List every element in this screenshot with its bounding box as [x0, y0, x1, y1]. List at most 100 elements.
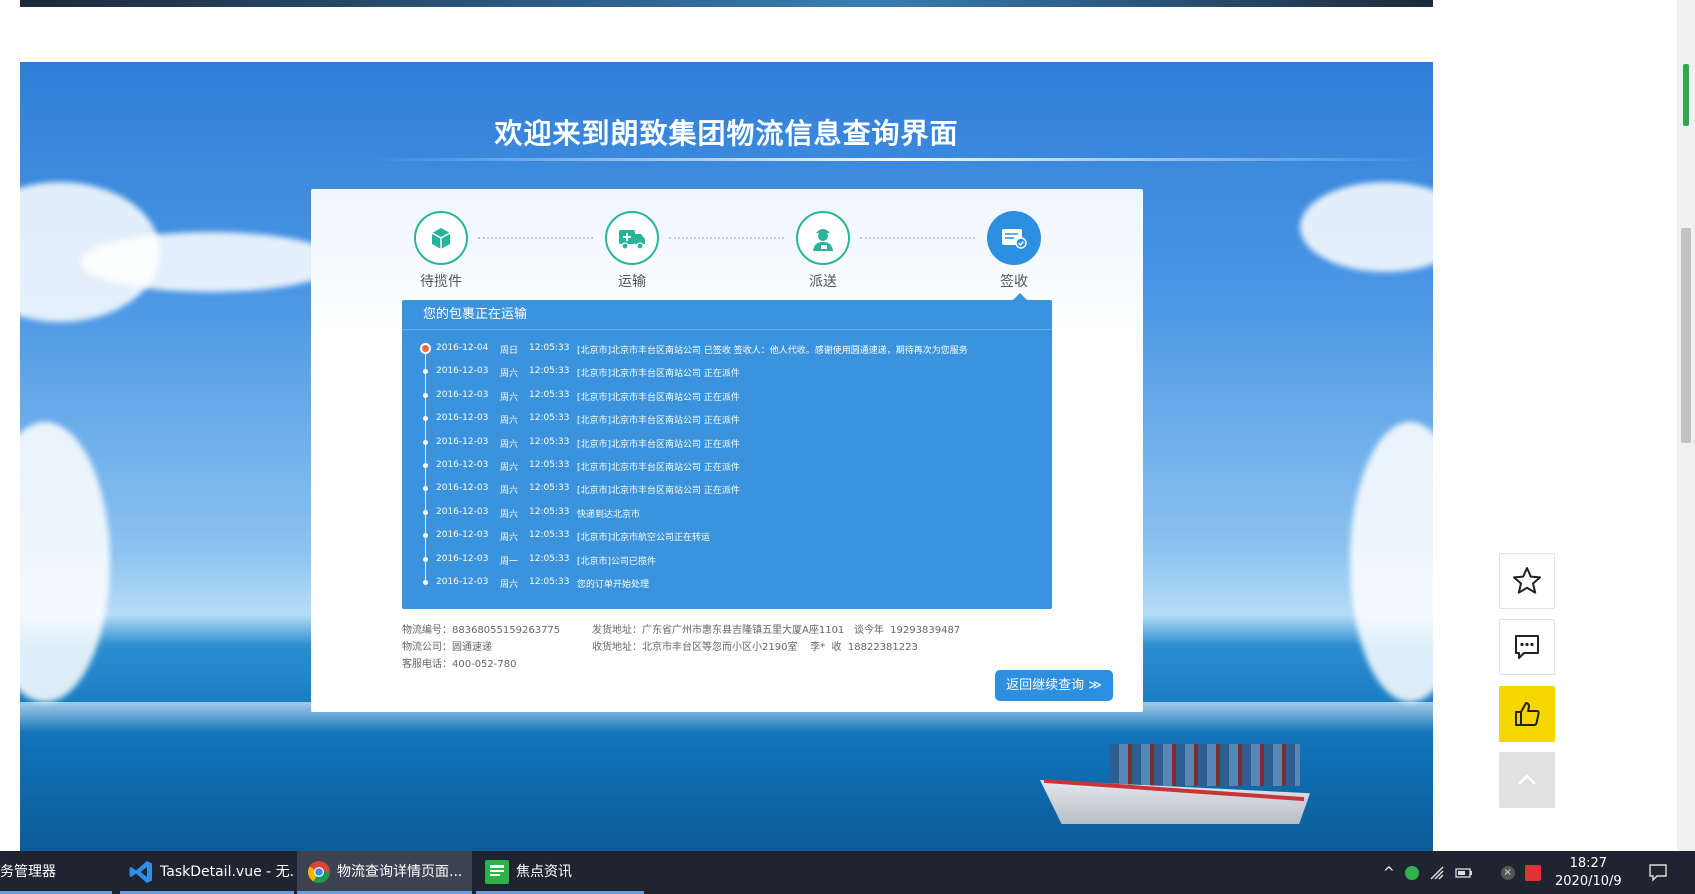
step-label: 派送: [809, 274, 837, 290]
cloud: [80, 232, 340, 292]
sender-address: 发货地址：广东省广州市惠东县吉隆镇五里大厦A座1101 谈今年 19293839…: [592, 625, 961, 636]
horizon-streak: [370, 158, 1430, 161]
timeline-row: 2016-12-04 周日 12:05:33 [北京市]北京市丰台区南站公司 已签收 …: [402, 340, 1052, 363]
previous-banner-strip: [20, 0, 1433, 7]
event-date: 2016-12-03: [436, 436, 489, 447]
timeline-dot: [423, 392, 428, 398]
app-tray-icon[interactable]: [1524, 864, 1541, 881]
step-connector: [478, 237, 593, 239]
event-date: 2016-12-03: [436, 366, 489, 377]
tracking-timeline: 2016-12-04 周日 12:05:33 [北京市]北京市丰台区南站公司 已签收 …: [402, 340, 1052, 597]
timeline-row: 2016-12-03 周六 12:05:33 [北京市]北京市丰台区南站公司 正在派件: [402, 457, 1052, 480]
event-time: 12:05:33: [529, 343, 570, 353]
event-time: 12:05:33: [529, 436, 570, 447]
taskbar-item-task-manager[interactable]: 务管理器: [0, 851, 112, 894]
panel-header: 您的包裹正在运输: [402, 300, 1052, 330]
timeline-row: 2016-12-03 周六 12:05:33 [北京市]北京市航空公司正在转运: [402, 527, 1052, 550]
event-date: 2016-12-03: [436, 389, 489, 400]
cloud: [1300, 182, 1433, 272]
event-text: [北京市]北京市丰台区南站公司 正在派件: [577, 416, 740, 427]
tracking-card: 待揽件 运输 派送 签收 您的包裹正在运输 2016-12-04 周日 12:0…: [311, 189, 1143, 712]
receiver-address: 收货地址：北京市丰台区等忽而小区小2190室 李* 收 18822381223: [592, 642, 918, 653]
battery-icon[interactable]: [1455, 867, 1473, 879]
event-time: 12:05:33: [529, 389, 570, 400]
box-icon: [414, 211, 468, 265]
scroll-thumb[interactable]: [1681, 228, 1691, 443]
taskbar-item-label: 焦点资讯: [516, 864, 572, 880]
like-button[interactable]: [1499, 686, 1555, 742]
event-text: [北京市]北京市丰台区南站公司 正在派件: [577, 439, 740, 450]
event-time: 12:05:33: [529, 413, 570, 424]
timeline-row: 2016-12-03 周六 12:05:33 快递到达北京市: [402, 504, 1052, 527]
step-label: 待揽件: [420, 274, 462, 290]
timeline-row: 2016-12-03 周六 12:05:33 [北京市]北京市丰台区南站公司 正在派件: [402, 434, 1052, 457]
timeline-dot: [423, 416, 428, 422]
taskbar-clock[interactable]: 18:27 2020/10/9: [1555, 855, 1622, 891]
event-date: 2016-12-03: [436, 413, 489, 424]
page-scrollbar[interactable]: [1677, 0, 1695, 851]
taskbar-item-vscode[interactable]: TaskDetail.vue - 无...: [120, 851, 294, 894]
event-text: [北京市]北京市丰台区南站公司 正在派件: [577, 392, 740, 403]
vscode-icon: [129, 861, 152, 883]
event-date: 2016-12-03: [436, 553, 489, 564]
favorite-button[interactable]: [1499, 553, 1555, 609]
event-date: 2016-12-03: [436, 459, 489, 470]
timeline-row: 2016-12-03 周六 12:05:33 [北京市]北京市丰台区南站公司 正在派件: [402, 363, 1052, 386]
event-date: 2016-12-03: [436, 483, 489, 494]
event-text: [北京市]北京市丰台区南站公司 正在派件: [577, 486, 740, 497]
event-weekday: 周六: [500, 439, 519, 450]
step-pending-pickup: 待揽件: [401, 211, 481, 291]
logistics-banner: 欢迎来到朗致集团物流信息查询界面 待揽件 运输 派送 签收 您的包裹正在运输 2…: [20, 62, 1433, 851]
step-signed: 签收: [974, 211, 1054, 291]
event-weekday: 周六: [500, 392, 519, 403]
close-circle-icon[interactable]: ×: [1500, 865, 1515, 880]
event-text: [北京市]北京市丰台区南站公司 已签收 签收人：他人代收。感谢使用圆通速递，期待…: [577, 346, 968, 356]
signed-receipt-icon: [987, 211, 1041, 265]
timeline-dot: [423, 486, 428, 492]
step-transport: 运输: [592, 211, 672, 291]
taskbar-item-label: TaskDetail.vue - 无...: [160, 864, 294, 880]
address-info: 发货地址：广东省广州市惠东县吉隆镇五里大厦A座1101 谈今年 19293839…: [592, 622, 960, 656]
event-weekday: 周一: [500, 556, 519, 567]
taskbar-item-chrome[interactable]: 物流查询详情页面...: [297, 851, 472, 894]
network-status-icon[interactable]: [1404, 865, 1419, 880]
step-label: 运输: [618, 274, 646, 290]
chevron-up-icon[interactable]: ^: [1383, 865, 1395, 881]
page-title: 欢迎来到朗致集团物流信息查询界面: [494, 117, 959, 150]
event-text: 快递到达北京市: [577, 509, 641, 520]
cargo-ship-illustration: [1030, 722, 1320, 824]
notification-icon[interactable]: [1648, 862, 1668, 886]
taskbar-item-label: 务管理器: [0, 864, 56, 880]
event-weekday: 周六: [500, 416, 519, 427]
taskbar-item-label: 物流查询详情页面...: [337, 864, 463, 880]
event-weekday: 周六: [500, 579, 519, 590]
clock-time: 18:27: [1569, 856, 1608, 871]
back-to-top-button[interactable]: [1499, 752, 1555, 808]
timeline-dot: [423, 579, 428, 585]
event-text: [北京市]北京市丰台区南站公司 正在派件: [577, 369, 740, 380]
event-date: 2016-12-03: [436, 576, 489, 587]
event-weekday: 周六: [500, 509, 519, 520]
taskbar-item-news[interactable]: 焦点资讯: [476, 851, 644, 894]
step-delivery: 派送: [783, 211, 863, 291]
event-time: 12:05:33: [529, 553, 570, 564]
timeline-row: 2016-12-03 周六 12:05:33 [北京市]北京市丰台区南站公司 正在派件: [402, 387, 1052, 410]
timeline-dot: [423, 439, 428, 445]
shipment-info: 物流编号：88368055159263775 物流公司：圆通速递 客服电话：40…: [402, 622, 560, 673]
event-weekday: 周六: [500, 369, 519, 380]
cloud: [20, 422, 110, 702]
event-text: 您的订单开始处理: [577, 579, 650, 590]
event-time: 12:05:33: [529, 506, 570, 517]
wifi-icon[interactable]: [1429, 865, 1445, 880]
event-weekday: 周六: [500, 486, 519, 497]
comment-icon: [1515, 635, 1539, 659]
timeline-dot: [423, 533, 428, 539]
comment-button[interactable]: [1499, 619, 1555, 675]
timeline-dot: [423, 556, 428, 562]
return-search-button[interactable]: 返回继续查询 ≫: [995, 670, 1113, 701]
clock-date: 2020/10/9: [1555, 874, 1622, 889]
timeline-row: 2016-12-03 周六 12:05:33 您的订单开始处理: [402, 574, 1052, 597]
event-time: 12:05:33: [529, 576, 570, 587]
chevron-up-icon: [1518, 774, 1536, 785]
event-weekday: 周日: [500, 346, 519, 356]
